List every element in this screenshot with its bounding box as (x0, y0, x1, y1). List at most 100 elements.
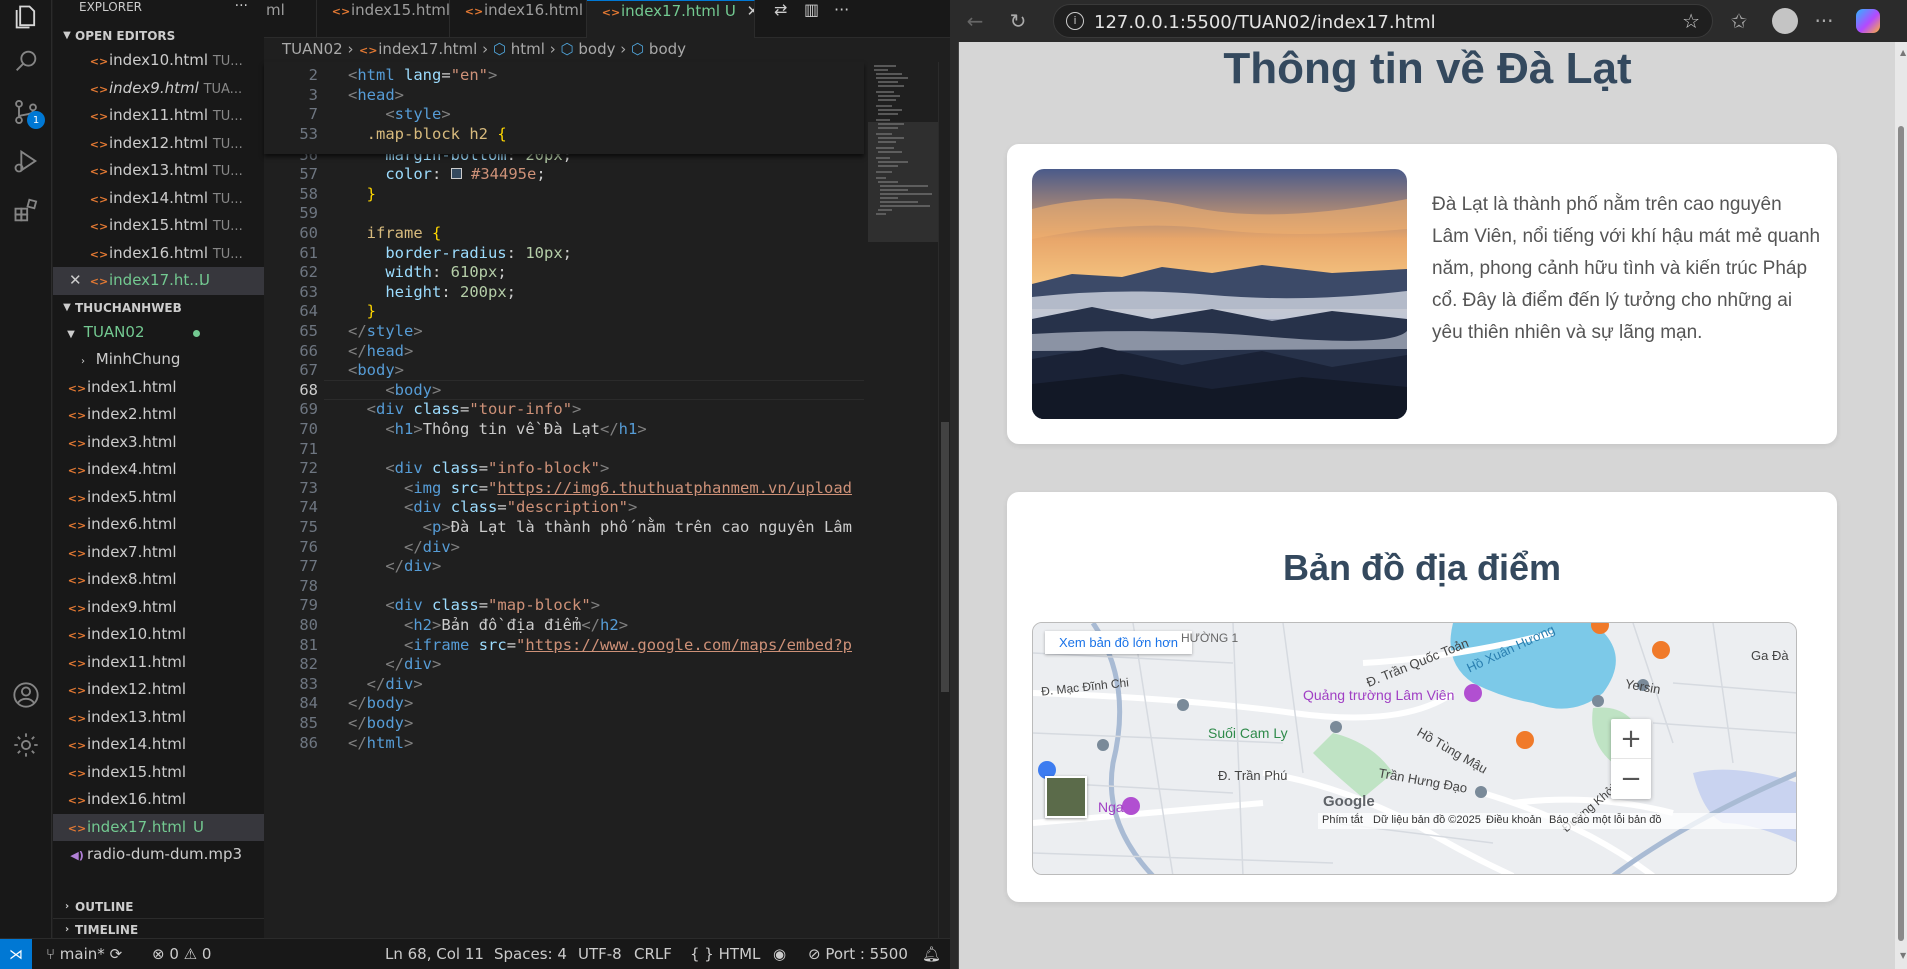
tab-partial[interactable]: ml (264, 0, 317, 38)
eol-status[interactable]: CRLF (634, 945, 672, 963)
encoding-status[interactable]: UTF-8 (578, 945, 622, 963)
browser-toolbar: ← ↻ i 127.0.0.1:5500/TUAN02/index17.html… (950, 0, 1907, 42)
file-item[interactable]: <>index9.html (53, 594, 264, 622)
reload-icon[interactable]: ↻ (1006, 9, 1030, 33)
file-item[interactable]: <>index1.html (53, 374, 264, 402)
file-item[interactable]: <>index7.html (53, 539, 264, 567)
scrollbar-thumb[interactable] (1898, 126, 1904, 941)
sticky-code-line: <html lang="en"> (348, 66, 498, 84)
terms-link[interactable]: Điều khoản (1486, 814, 1542, 826)
scrollbar-thumb[interactable] (941, 422, 949, 692)
file-item[interactable]: ◀) radio-dum-dum.mp3 (53, 841, 264, 869)
notifications-bell-icon[interactable]: 🔔︎ (922, 945, 941, 963)
file-item[interactable]: <>index10.html (53, 621, 264, 649)
satellite-toggle[interactable] (1045, 776, 1087, 818)
tag-icon: ⬡ (631, 40, 645, 58)
more-menu-icon[interactable]: ··· (1812, 9, 1836, 33)
close-icon[interactable]: ✕ (747, 2, 754, 20)
account-icon[interactable] (9, 678, 43, 712)
folder-tuan02[interactable]: ▼ TUAN02 (53, 319, 264, 347)
source-control-icon[interactable]: 1 (9, 95, 45, 129)
search-icon[interactable] (9, 44, 43, 78)
file-item[interactable]: <>index16.html (53, 786, 264, 814)
map-heading: Bản đồ địa điểm (1282, 547, 1562, 588)
breadcrumb-body[interactable]: body (578, 40, 615, 58)
open-editor-item[interactable]: <>index11.html TU... (53, 102, 264, 130)
scroll-down-arrow-icon[interactable]: ▼ (1900, 951, 1906, 960)
google-map-embed[interactable]: Xem bản đồ lớn hơn HƯỜNG 1 Đ. Trần Quốc … (1032, 622, 1797, 875)
zoom-out-button[interactable]: − (1611, 759, 1651, 799)
html-file-icon: <> (601, 6, 621, 19)
open-editor-item[interactable]: <>index13.html TU... (53, 157, 264, 185)
tab-index15[interactable]: <>index15.html (317, 0, 450, 38)
editor-scrollbar[interactable] (938, 62, 950, 938)
more-actions-icon[interactable]: ··· (834, 0, 849, 19)
scroll-up-arrow-icon[interactable]: ▲ (1900, 48, 1906, 57)
file-item[interactable]: <>index17.html U (53, 813, 264, 841)
settings-gear-icon[interactable] (9, 728, 43, 762)
keyboard-shortcuts-link[interactable]: Phím tắt (1322, 814, 1363, 826)
breadcrumb-file[interactable]: index17.html (378, 40, 477, 58)
open-editor-item[interactable]: <>index10.html TU... (53, 47, 264, 75)
report-error-link[interactable]: Báo cáo một lỗi bản đồ (1549, 814, 1662, 826)
open-editor-item[interactable]: <>index15.html TU... (53, 212, 264, 240)
workspace-header[interactable]: ▼ THUCHANHWEB (53, 297, 264, 319)
cursor-position[interactable]: Ln 68, Col 11 (385, 945, 484, 963)
copilot-icon[interactable] (1856, 9, 1880, 33)
open-editor-item[interactable]: ✕ <>index17.ht... U (53, 267, 264, 295)
profile-avatar-icon[interactable] (1772, 8, 1798, 34)
file-item[interactable]: <>index4.html (53, 456, 264, 484)
open-editor-item[interactable]: <>index14.html TU... (53, 185, 264, 213)
more-actions-icon[interactable]: ··· (235, 0, 248, 14)
open-editors-header[interactable]: ▼ OPEN EDITORS (53, 25, 264, 47)
open-editor-item[interactable]: <>index16.html TU... (53, 240, 264, 268)
breadcrumb-html[interactable]: html (511, 40, 545, 58)
tab-index17[interactable]: <>index17.html U ✕ (587, 0, 755, 38)
file-item[interactable]: <>index6.html (53, 511, 264, 539)
remote-icon[interactable]: ⋊ (0, 939, 32, 969)
open-editor-item[interactable]: <>index12.html TU... (53, 130, 264, 158)
branch-status[interactable]: ⑂ main* ⟳ (46, 945, 122, 963)
port-status[interactable]: ⊘ Port : 5500 (808, 945, 908, 963)
file-item[interactable]: <>index14.html (53, 731, 264, 759)
split-editor-icon[interactable]: ▥ (804, 0, 819, 19)
view-larger-map-link[interactable]: Xem bản đồ lớn hơn (1045, 631, 1192, 654)
favorite-star-icon[interactable]: ☆ (1682, 9, 1700, 33)
minimap[interactable] (868, 62, 938, 938)
open-editor-item[interactable]: <>index9.html TUA... (53, 75, 264, 103)
timeline-header[interactable]: › TIMELINE (53, 918, 264, 938)
file-item[interactable]: <>index8.html (53, 566, 264, 594)
file-item[interactable]: <>index3.html (53, 429, 264, 457)
breadcrumb-folder[interactable]: TUAN02 (282, 40, 343, 58)
file-item[interactable]: <>index12.html (53, 676, 264, 704)
code-line: iframe { (366, 224, 442, 242)
file-item[interactable]: <>index13.html (53, 704, 264, 732)
open-editor-name: index14.html (109, 188, 209, 207)
zoom-in-button[interactable]: + (1611, 719, 1651, 759)
problems-status[interactable]: ⊗ 0 ⚠ 0 (152, 945, 211, 963)
code-editor[interactable]: 55 font-size: 30px;56 margin-bottom: 20p… (264, 62, 864, 938)
file-item[interactable]: <>index11.html (53, 649, 264, 677)
address-bar[interactable]: i 127.0.0.1:5500/TUAN02/index17.html ☆ (1053, 4, 1713, 38)
outline-header[interactable]: › OUTLINE (53, 896, 264, 918)
folder-minhchung[interactable]: › MinhChung (53, 346, 264, 374)
language-status[interactable]: { } HTML (690, 945, 760, 963)
favorites-icon[interactable]: ✩ (1727, 9, 1751, 33)
extensions-icon[interactable] (9, 194, 43, 228)
indentation-status[interactable]: Spaces: 4 (494, 945, 567, 963)
sticky-scroll[interactable]: 2 <html lang="en"> 3 <head> 7 <style> 53 .map… (264, 62, 864, 154)
copilot-icon[interactable]: ◉ (773, 945, 786, 963)
tab-index16[interactable]: <>index16.html (450, 0, 587, 38)
breadcrumb-body-inner[interactable]: body (649, 40, 686, 58)
file-item[interactable]: <>index2.html (53, 401, 264, 429)
site-info-icon[interactable]: i (1066, 12, 1084, 30)
close-icon[interactable]: ✕ (69, 267, 89, 295)
browser-scrollbar[interactable]: ▲ ▼ (1895, 42, 1907, 969)
file-item[interactable]: <>index5.html (53, 484, 264, 512)
file-name: radio-dum-dum.mp3 (87, 845, 243, 863)
back-arrow-icon[interactable]: ← (963, 9, 987, 33)
compare-changes-icon[interactable]: ⇄ (774, 0, 787, 19)
file-item[interactable]: <>index15.html (53, 759, 264, 787)
run-debug-icon[interactable] (9, 144, 43, 178)
explorer-icon[interactable] (9, 0, 43, 34)
